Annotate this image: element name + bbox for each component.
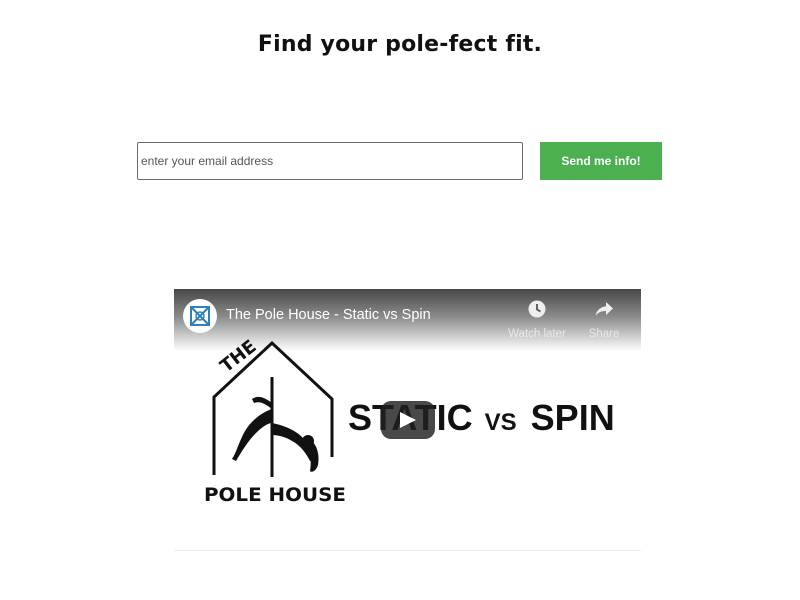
logo-pole-house-text: POLE HOUSE xyxy=(204,484,346,505)
thumbnail-word-spin: SPIN xyxy=(530,397,615,438)
watch-later-label: Watch later xyxy=(508,328,566,340)
send-info-button[interactable]: Send me info! xyxy=(540,142,662,180)
watch-later-button[interactable]: Watch later xyxy=(502,299,572,340)
clock-icon xyxy=(527,300,547,323)
pole-house-logo: THE POLE HOUSE xyxy=(202,336,350,506)
page-headline: Find your pole-fect fit. xyxy=(257,32,543,57)
page: Find your pole-fect fit. Send me info! T… xyxy=(0,0,800,600)
channel-logo-icon[interactable] xyxy=(183,299,217,333)
video-embed[interactable]: THE POLE HOUSE STATICVSSPIN xyxy=(174,289,641,551)
video-title[interactable]: The Pole House - Static vs Spin xyxy=(226,307,431,323)
email-input[interactable] xyxy=(137,142,523,180)
video-divider xyxy=(174,550,641,551)
share-label: Share xyxy=(588,328,620,340)
thumbnail-word-vs: VS xyxy=(484,409,517,436)
play-button[interactable] xyxy=(381,401,435,439)
share-arrow-icon xyxy=(594,302,614,323)
email-signup-form: Send me info! xyxy=(137,142,662,180)
share-button[interactable]: Share xyxy=(569,299,639,340)
